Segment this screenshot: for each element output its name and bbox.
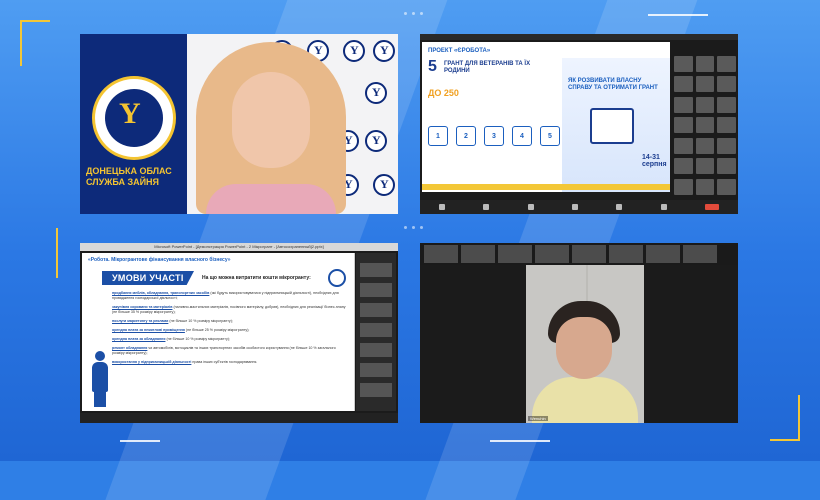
mic-icon[interactable] [439,204,446,210]
step-item: 1 [428,126,448,146]
slide-footer-bar [422,184,670,190]
participant-gallery[interactable] [674,56,736,196]
list-item: придбання меблів, обладнання, транспортн… [112,291,339,300]
list-item: орендна плата за обладнання (не більше 1… [112,337,230,341]
deco-line [120,440,160,442]
participant-video-panel[interactable]: Wenuhin [420,243,738,423]
list-item: орендна плата за нежитлові приміщення (н… [112,328,250,332]
slide-header: ПРОЕКТ «ЄРОБОТА» [428,48,491,54]
share-topbar [420,34,738,40]
camera-icon[interactable] [483,204,490,210]
step-item: 2 [456,126,476,146]
step-item: 4 [512,126,532,146]
chat-icon[interactable] [571,204,578,210]
event-card: ЯК РОЗВИВАТИ ВЛАСНУ СПРАВУ ТА ОТРИМАТИ Г… [562,58,670,192]
banner-label: УМОВИ УЧАСТІ [112,273,184,283]
deco-line [648,14,708,16]
leave-button[interactable] [704,204,719,210]
event-dates: 14-31 серпня [642,154,667,168]
conditions-list: придбання меблів, обладнання, транспортн… [112,291,348,369]
list-item: послуги маркетингу та реклами (не більше… [112,319,233,323]
speaker-video-panel[interactable]: Y ДОНЕЦЬКА ОБЛАС СЛУЖБА ЗАЙНЯ [80,34,398,214]
speaker-person [188,42,354,214]
meeting-toolbar[interactable] [420,200,738,214]
employment-service-logo: Y [92,76,176,160]
slide-number: 5 [428,58,437,75]
participants-icon[interactable] [527,204,534,210]
deco-dots [404,226,423,229]
slide-question: На що можна витратити кошти мікрогранту: [202,275,311,281]
grant-amount: ДО 250 [428,88,459,98]
deco-dots [404,12,423,15]
window-title: Microsoft PowerPoint - [Демонстрация Pow… [80,243,398,251]
powerpoint-slide: «Робота. Мікрогрантове фінансування влас… [82,253,355,411]
powerpoint-panel[interactable]: Microsoft PowerPoint - [Демонстрация Pow… [80,243,398,423]
participant-name: Wenuhin [528,416,548,421]
step-item: 5 [540,126,560,146]
book-icon [590,108,634,144]
list-item: ремонт обладнання чи автомобілів, мотоци… [112,346,336,355]
list-item: використання у підприємницькій діяльност… [112,360,258,364]
list-item: закупівля сировини та матеріалів (паливн… [112,305,346,314]
grant-title: ГРАНТ ДЛЯ ВЕТЕРАНІВ ТА ЇХ РОДИНИ [444,61,531,74]
deco-line [798,395,800,441]
step-item: 3 [484,126,504,146]
banner-text: ДОНЕЦЬКА ОБЛАС СЛУЖБА ЗАЙНЯ [86,166,172,187]
event-title: ЯК РОЗВИВАТИ ВЛАСНУ СПРАВУ ТА ОТРИМАТИ Г… [568,78,658,91]
deco-line [20,20,50,22]
deco-line [56,228,58,278]
taskbar[interactable] [80,413,398,423]
participant-strip[interactable] [420,243,738,265]
share-screen-icon[interactable] [616,204,623,210]
service-logo-icon [328,269,346,287]
participant-sidebar[interactable] [356,253,396,411]
screen-share-panel[interactable]: ПРОЕКТ «ЄРОБОТА» 5 ГРАНТ ДЛЯ ВЕТЕРАНІВ Т… [420,34,738,214]
deco-line [490,440,550,442]
conditions-banner: УМОВИ УЧАСТІ [102,271,194,285]
step-list: 1 2 3 4 5 [428,126,560,146]
employment-service-banner: Y ДОНЕЦЬКА ОБЛАС СЛУЖБА ЗАЙНЯ [80,34,187,214]
record-icon[interactable] [660,204,667,210]
slide-header: «Робота. Мікрогрантове фінансування влас… [88,257,231,263]
deco-line [20,20,22,66]
businessman-icon [90,351,110,407]
shared-slide: ПРОЕКТ «ЄРОБОТА» 5 ГРАНТ ДЛЯ ВЕТЕРАНІВ Т… [422,42,670,192]
deco-line [770,439,800,441]
participant-video: Wenuhin [526,265,644,423]
